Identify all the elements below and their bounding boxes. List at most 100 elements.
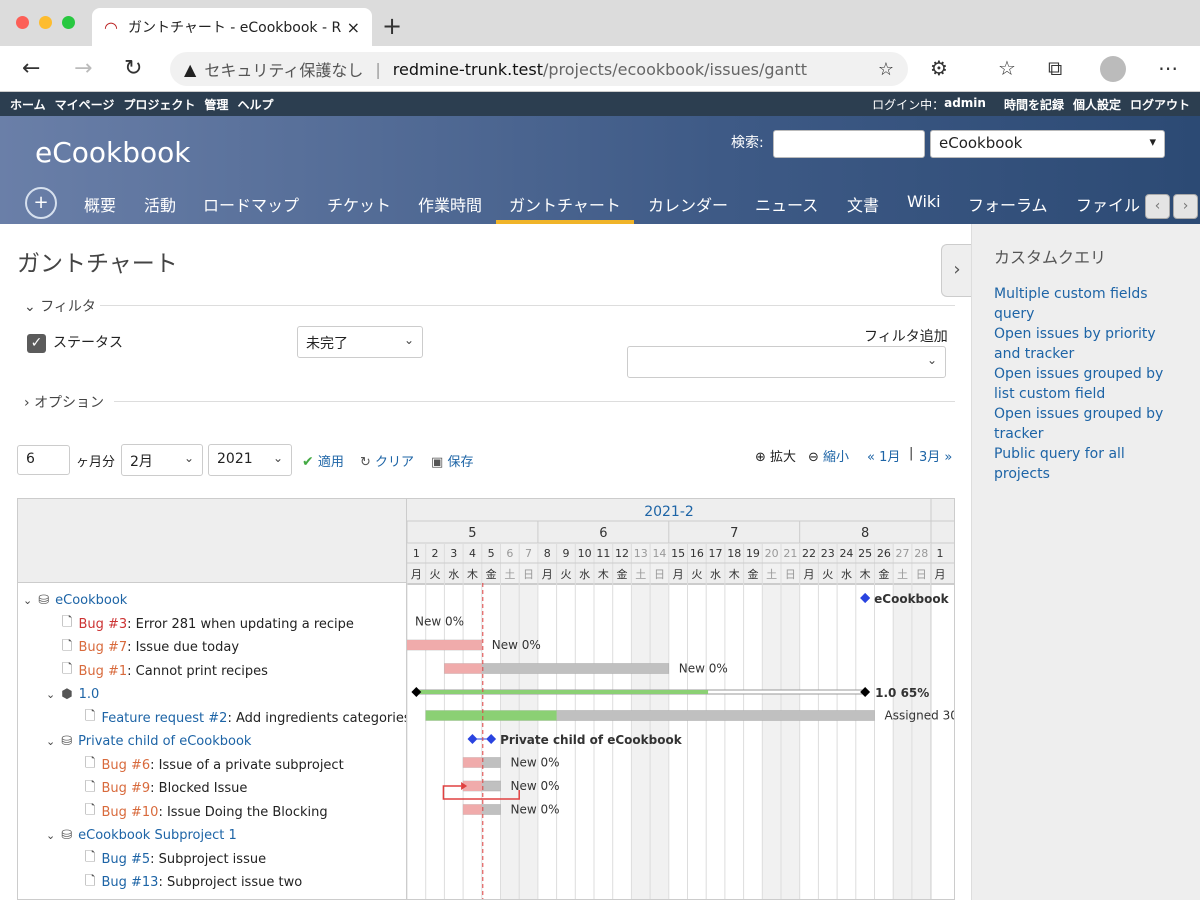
project-link[interactable]: eCookbook Subproject 1 [78, 828, 237, 843]
add-filter-select[interactable]: ⌄ [627, 346, 946, 378]
favorite-add-icon[interactable]: ☆ [878, 59, 894, 80]
filters-toggle[interactable]: ⌄ フィルタ [24, 296, 96, 316]
year-select[interactable]: 2021 ⌄ [208, 444, 292, 476]
issue-row: 🗋 Bug #6: Issue of a private subproject [85, 754, 344, 777]
issue-link[interactable]: Bug #7 [78, 640, 127, 655]
version-row: ⌄ ⬢ 1.0 [46, 683, 99, 706]
issue-link[interactable]: Bug #1 [78, 664, 127, 679]
issue-subject: : Blocked Issue [150, 781, 248, 796]
profile-avatar[interactable] [1100, 56, 1126, 82]
expand-toggle-icon[interactable]: ⌄ [46, 688, 55, 701]
query-link[interactable]: Open issues by priority and tracker [994, 324, 1180, 364]
zoom-in-button[interactable]: ⊕ 拡大 [755, 446, 796, 465]
project-end-marker [860, 593, 871, 603]
tab-roadmap[interactable]: ロードマップ [203, 192, 299, 216]
tab-wiki[interactable]: Wiki [907, 192, 941, 211]
tab-calendar[interactable]: カレンダー [648, 192, 728, 216]
gantt-subjects-header [18, 499, 406, 583]
tab-overview[interactable]: 概要 [84, 192, 116, 216]
issue-link[interactable]: Bug #5 [101, 852, 150, 867]
query-link[interactable]: Public query for all projects [994, 444, 1180, 484]
sidebar-toggle-button[interactable]: › [941, 244, 972, 297]
expand-toggle-icon[interactable]: ⌄ [46, 829, 55, 842]
tab-documents[interactable]: 文書 [847, 192, 879, 216]
top-menu-my-page[interactable]: マイページ [55, 96, 115, 113]
browser-tab[interactable]: ◠ ガントチャート - eCookbook - R × [92, 8, 372, 46]
top-menu-projects[interactable]: プロジェクト [123, 96, 195, 113]
window-zoom-dot[interactable] [62, 16, 75, 29]
issue-link[interactable]: Feature request #2 [101, 711, 227, 726]
month-select[interactable]: 2月 ⌄ [121, 444, 203, 476]
tab-spent-time[interactable]: 作業時間 [418, 192, 482, 216]
query-link[interactable]: Open issues grouped by list custom field [994, 364, 1180, 404]
next-month-link[interactable]: 3月 » [919, 446, 952, 465]
issue-link[interactable]: Bug #13 [101, 875, 158, 890]
tab-news[interactable]: ニュース [755, 192, 818, 216]
status-filter-checkbox[interactable]: ✓ [27, 334, 46, 353]
sidebar-title: カスタムクエリ [994, 248, 1107, 267]
query-link[interactable]: Multiple custom fields query [994, 284, 1180, 324]
weekday-label: 土 [635, 568, 646, 581]
issue-link[interactable]: Bug #3 [78, 617, 127, 632]
top-menu-home[interactable]: ホーム [10, 96, 46, 113]
tab-close-icon[interactable]: × [347, 18, 360, 37]
issue-subject: : Cannot print recipes [127, 663, 268, 679]
issue-link[interactable]: Bug #6 [101, 758, 150, 773]
options-toggle[interactable]: › オプション [24, 392, 104, 412]
tab-gantt[interactable]: ガントチャート [509, 192, 621, 216]
project-link[interactable]: Private child of eCookbook [78, 734, 251, 749]
top-menu-admin[interactable]: 管理 [204, 96, 228, 113]
apply-button[interactable]: ✔ 適用 [302, 451, 344, 470]
window-minimize-dot[interactable] [39, 16, 52, 29]
top-menu-help[interactable]: ヘルプ [237, 96, 273, 113]
version-link[interactable]: 1.0 [79, 687, 100, 702]
tab-forums[interactable]: フォーラム [968, 192, 1048, 216]
new-object-button[interactable]: + [25, 187, 57, 219]
back-icon[interactable]: ← [22, 56, 40, 81]
day-label: 27 [896, 547, 910, 560]
window-close-dot[interactable] [16, 16, 29, 29]
more-menu-icon[interactable]: ⋯ [1158, 56, 1178, 80]
expand-toggle-icon[interactable]: ⌄ [23, 594, 32, 607]
day-label: 16 [690, 547, 704, 560]
url-path: /projects/ecookbook/issues/gantt [542, 59, 807, 79]
status-operator-select[interactable]: 未完了 ⌄ [297, 326, 423, 358]
project-jump-select[interactable]: eCookbook ▾ [930, 130, 1165, 158]
reload-icon[interactable]: ↻ [124, 56, 142, 81]
zoom-in-label: 拡大 [770, 450, 797, 465]
tab-files[interactable]: ファイル [1076, 192, 1140, 216]
week-label: 7 [730, 526, 738, 541]
project-link[interactable]: eCookbook [55, 593, 127, 608]
top-menu-logout[interactable]: ログアウト [1130, 96, 1190, 113]
months-input[interactable]: 6 [17, 445, 70, 475]
zoom-out-button[interactable]: ⊖ 縮小 [808, 446, 849, 465]
tab-activity[interactable]: 活動 [144, 192, 176, 216]
weekday-label: 水 [841, 568, 852, 581]
query-link[interactable]: Open issues grouped by tracker [994, 404, 1180, 444]
issue-link[interactable]: Bug #9 [101, 781, 150, 796]
issue-row: 🗋 Bug #5: Subproject issue [85, 848, 266, 871]
prev-month-link[interactable]: « 1月 [867, 446, 900, 465]
clear-button[interactable]: ↻ クリア [360, 451, 414, 470]
extension-gear-icon[interactable]: ⚙ [930, 56, 948, 80]
collections-icon[interactable]: ⧉ [1048, 56, 1062, 80]
new-tab-icon[interactable]: + [382, 12, 402, 40]
top-menu-my-account[interactable]: 個人設定 [1073, 96, 1121, 113]
menu-scroll-right-button[interactable]: › [1173, 194, 1198, 219]
address-bar[interactable]: ▲ セキュリティ保護なし | redmine-trunk.test /proje… [170, 52, 908, 86]
expand-toggle-icon[interactable]: ⌄ [46, 735, 55, 748]
zoom-out-label: 縮小 [823, 450, 850, 465]
top-menu-log-time[interactable]: 時間を記録 [1004, 96, 1064, 113]
day-label: 12 [615, 547, 629, 560]
login-user[interactable]: admin [944, 96, 986, 113]
project-end-marker [486, 734, 497, 744]
issue-link[interactable]: Bug #10 [101, 805, 158, 820]
search-input[interactable] [773, 130, 925, 158]
chevron-down-icon: ▾ [1149, 135, 1156, 150]
menu-scroll-left-button[interactable]: ‹ [1145, 194, 1170, 219]
tab-issues[interactable]: チケット [327, 192, 391, 216]
favorites-icon[interactable]: ☆ [998, 56, 1016, 80]
zoom-in-icon: ⊕ [755, 450, 766, 465]
save-button[interactable]: ▣ 保存 [431, 451, 473, 470]
forward-icon[interactable]: → [74, 56, 92, 81]
